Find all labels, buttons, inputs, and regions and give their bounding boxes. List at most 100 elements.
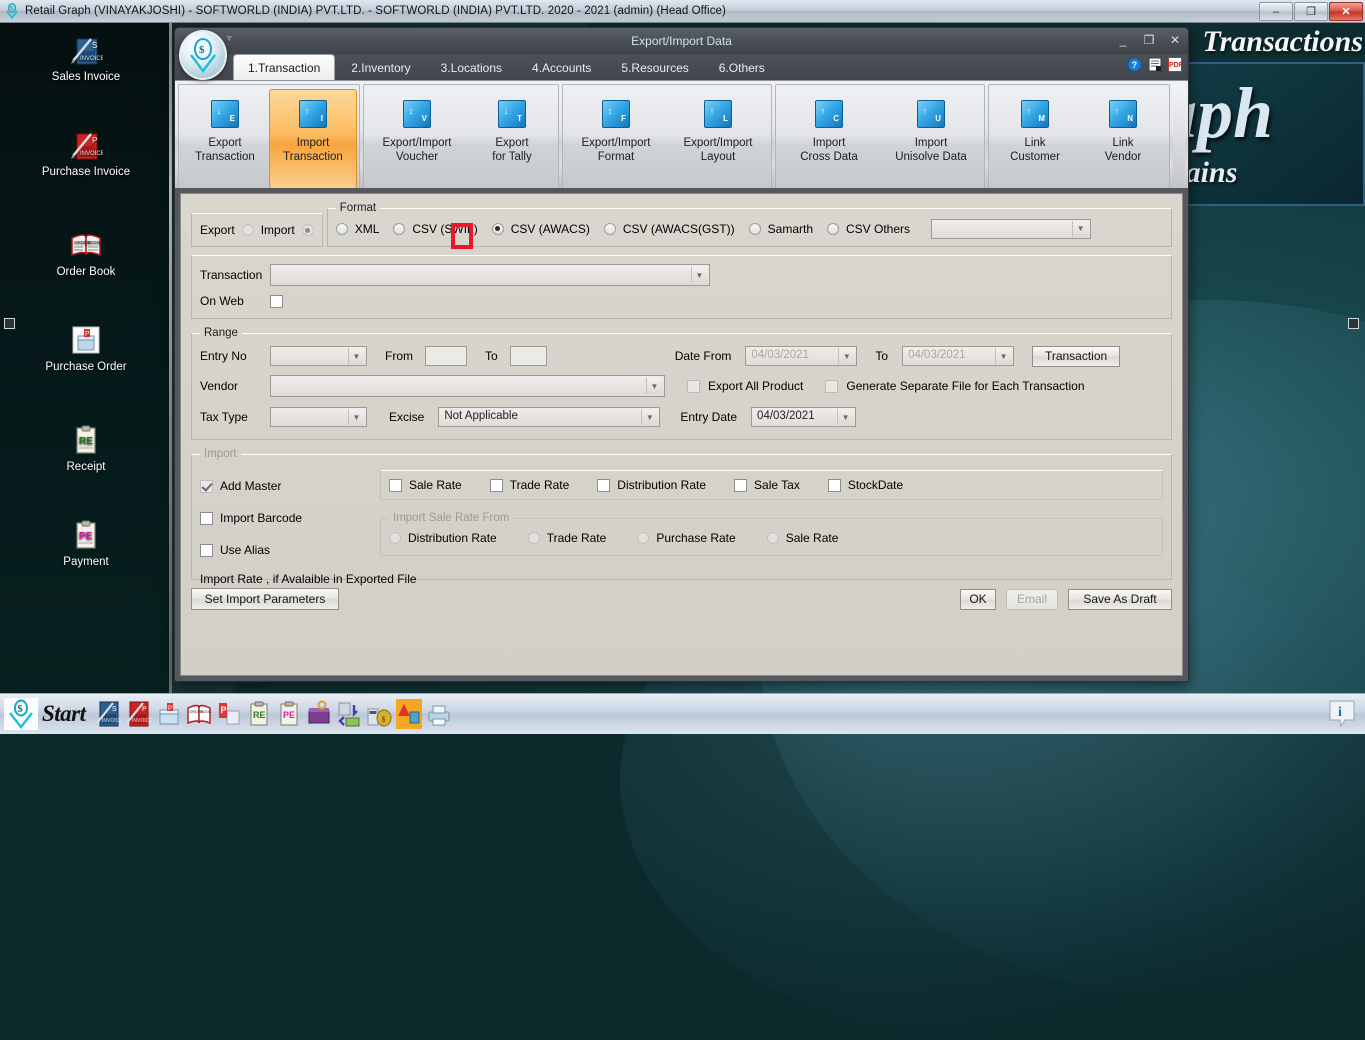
- taskbar-receipt-icon[interactable]: RE: [246, 699, 272, 729]
- export-all-product-checkbox[interactable]: [687, 379, 700, 393]
- sale-tax-checkbox[interactable]: [734, 478, 748, 492]
- entry-from-label: From: [385, 349, 413, 363]
- export-import-format-button[interactable]: ↕ F Export/Import Format: [565, 89, 667, 189]
- svg-text:i: i: [1338, 705, 1342, 720]
- taskbar: $ Start S INVOICE P INVOICE P ORDER BOOK P …: [0, 693, 1365, 734]
- svg-text:RE: RE: [253, 710, 266, 720]
- import-barcode-checkbox[interactable]: [200, 511, 213, 525]
- chevron-down-icon: ▼: [837, 409, 854, 425]
- dialog-close-button[interactable]: ✕: [1168, 31, 1182, 49]
- trade-rate-checkbox[interactable]: [489, 478, 503, 492]
- export-transaction-button[interactable]: ↓ E Export Transaction: [181, 89, 269, 189]
- taskbar-report-chart-icon[interactable]: [395, 699, 422, 729]
- sale-rate-checkbox[interactable]: [389, 478, 402, 492]
- button-label-line1: Import: [812, 137, 846, 149]
- entry-from-input[interactable]: [425, 346, 467, 366]
- export-mode-radio[interactable]: [241, 224, 254, 236]
- retail-graph-logo-icon[interactable]: $: [179, 30, 227, 80]
- use-alias-checkbox[interactable]: [200, 543, 213, 557]
- tab-inventory[interactable]: 2.Inventory: [337, 56, 424, 80]
- taskbar-order-book-icon[interactable]: ORDER BOOK: [186, 699, 212, 729]
- format-extra-combo[interactable]: ▼: [931, 218, 1092, 239]
- entry-date-picker[interactable]: 04/03/2021 ▼: [751, 407, 857, 427]
- desktop-icon-purchase-invoice[interactable]: P INVOICE Purchase Invoice: [11, 128, 161, 179]
- help-icon[interactable]: ?: [1127, 57, 1142, 75]
- taskbar-purchase-invoice-icon[interactable]: P INVOICE: [125, 699, 153, 729]
- dialog-maximize-button[interactable]: ❐: [1142, 31, 1156, 49]
- excise-combo[interactable]: Not Applicable ▼: [438, 407, 661, 427]
- email-button[interactable]: Email: [1006, 588, 1058, 610]
- export-import-layout-button[interactable]: ↑ L Export/Import Layout: [667, 89, 769, 189]
- format-radio-samarth[interactable]: [748, 222, 761, 235]
- backdrop-title: Transactions: [1202, 25, 1363, 58]
- dialog-titlebar: ▿ Export/Import Data _ ❐ ✕: [175, 28, 1188, 54]
- distribution-rate-checkbox[interactable]: [597, 478, 611, 492]
- on-web-checkbox[interactable]: [270, 294, 283, 308]
- save-as-draft-button[interactable]: Save As Draft: [1068, 588, 1172, 610]
- dialog-minimize-button[interactable]: _: [1116, 31, 1130, 49]
- tax-type-combo[interactable]: ▼: [270, 407, 367, 427]
- sale-rate-from-sale-radio[interactable]: [766, 532, 779, 544]
- set-import-parameters-button[interactable]: Set Import Parameters: [191, 588, 339, 610]
- tab-resources[interactable]: 5.Resources: [607, 56, 702, 80]
- desktop-icon-receipt[interactable]: RE Receipt: [11, 423, 161, 474]
- transaction-range-button[interactable]: Transaction: [1032, 345, 1121, 367]
- import-mode-radio[interactable]: [301, 224, 314, 236]
- document-icon[interactable]: [1148, 57, 1162, 75]
- format-radio-csv-awacs-gst[interactable]: [603, 222, 616, 235]
- information-balloon-icon[interactable]: i: [1327, 698, 1357, 730]
- svg-text:BOOK: BOOK: [200, 709, 212, 714]
- format-radio-csv-swil[interactable]: [393, 222, 406, 235]
- entry-date-value: 04/03/2021: [757, 410, 815, 422]
- tab-others[interactable]: 6.Others: [705, 56, 779, 80]
- import-transaction-button[interactable]: ↑ I Import Transaction: [269, 89, 357, 189]
- transaction-combo[interactable]: ▼: [270, 264, 710, 286]
- import-legend: Import: [204, 448, 237, 460]
- tab-locations[interactable]: 3.Locations: [427, 56, 516, 80]
- app-restore-button[interactable]: ❐: [1294, 2, 1328, 21]
- start-button[interactable]: $ Start: [0, 696, 94, 732]
- date-to-picker[interactable]: 04/03/2021 ▼: [902, 346, 1015, 366]
- sale-rate-from-distribution-radio[interactable]: [389, 532, 401, 544]
- format-radio-csv-others[interactable]: [827, 222, 839, 235]
- svg-text:PE: PE: [283, 710, 295, 720]
- desktop-icon-payment[interactable]: PE Payment: [11, 518, 161, 569]
- desktop-icon-order-book[interactable]: ORDER BOOK Order Book: [11, 228, 161, 279]
- tab-transaction[interactable]: 1.Transaction: [233, 54, 336, 80]
- vendor-combo[interactable]: ▼: [270, 375, 665, 397]
- taskbar-payment-icon[interactable]: PE: [276, 699, 302, 729]
- format-radio-csv-awacs[interactable]: [491, 222, 504, 235]
- format-radio-xml[interactable]: [335, 222, 348, 235]
- tab-accounts[interactable]: 4.Accounts: [518, 56, 605, 80]
- entry-to-input[interactable]: [509, 346, 547, 366]
- taskbar-cash-flow-icon[interactable]: [336, 699, 362, 729]
- stockdate-checkbox[interactable]: [827, 478, 841, 492]
- export-import-voucher-button[interactable]: ↕ V Export/Import Voucher: [366, 89, 468, 189]
- pdf-export-icon[interactable]: PDF: [1168, 57, 1184, 75]
- date-from-picker[interactable]: 04/03/2021 ▼: [745, 346, 858, 366]
- sale-rate-from-trade-radio[interactable]: [527, 532, 540, 544]
- desktop-icon-purchase-order[interactable]: P Purchase Order: [11, 323, 161, 374]
- taskbar-cash-register-icon[interactable]: P: [156, 699, 182, 729]
- generate-separate-file-checkbox[interactable]: [825, 379, 839, 393]
- export-for-tally-button[interactable]: ↓ T Export for Tally: [468, 89, 556, 189]
- taskbar-calculator-money-icon[interactable]: $: [366, 699, 392, 729]
- button-label-line1: Export/Import: [382, 137, 452, 149]
- app-close-button[interactable]: ✕: [1329, 2, 1363, 21]
- import-unisolve-data-button[interactable]: ↑ U Import Unisolve Data: [880, 89, 982, 189]
- taskbar-ledger-icon[interactable]: [306, 699, 332, 729]
- add-master-checkbox[interactable]: [200, 479, 213, 493]
- import-cross-data-button[interactable]: ↑ C Import Cross Data: [778, 89, 880, 189]
- taskbar-printer-icon[interactable]: [426, 699, 452, 729]
- desktop-icon-sales-invoice[interactable]: S INVOICE Sales Invoice: [11, 33, 161, 84]
- ok-button[interactable]: OK: [960, 588, 996, 610]
- taskbar-sales-invoice-icon[interactable]: S INVOICE: [95, 699, 123, 729]
- taskbar-purchase-order-icon[interactable]: P: [216, 699, 242, 729]
- sale-rate-from-purchase-radio[interactable]: [637, 532, 650, 544]
- entry-no-combo[interactable]: ▼: [270, 346, 367, 366]
- ribbon-group-link: ↑ M Link Customer ↑ N Link Vendor: [988, 84, 1170, 190]
- panel-resize-handle-right[interactable]: [1348, 318, 1359, 329]
- link-vendor-button[interactable]: ↑ N Link Vendor: [1079, 89, 1167, 189]
- app-minimize-button[interactable]: –: [1259, 2, 1293, 21]
- link-customer-button[interactable]: ↑ M Link Customer: [991, 89, 1079, 189]
